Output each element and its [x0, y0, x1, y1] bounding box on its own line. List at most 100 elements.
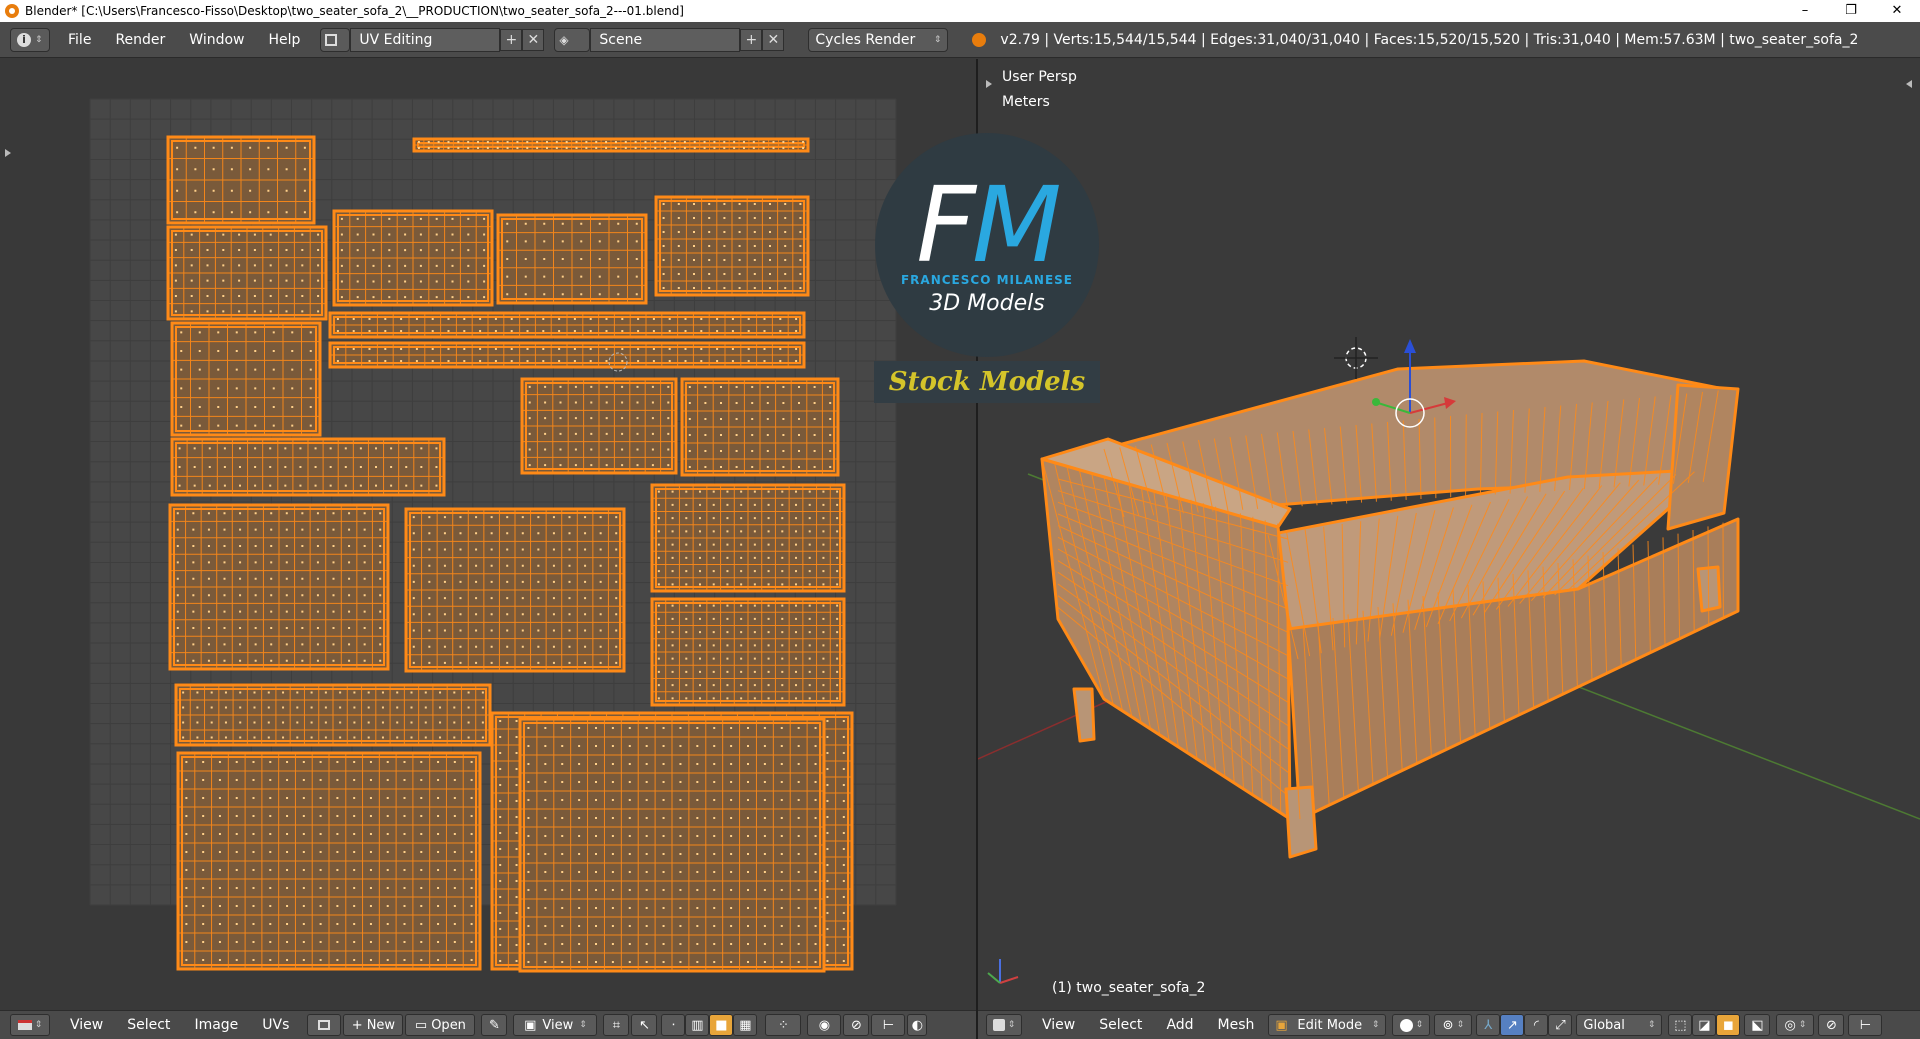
uv-menu-select[interactable]: Select	[115, 1017, 182, 1033]
snap-toggle-button[interactable]: ⊘	[1818, 1014, 1845, 1036]
edit-mode-icon: ▣	[1275, 1017, 1288, 1033]
viewport-shading-select[interactable]: ⇕	[1392, 1014, 1431, 1036]
delete-scene-button[interactable]: ✕	[762, 28, 785, 51]
image-icon	[318, 1020, 331, 1030]
pin-button[interactable]: ✎	[481, 1014, 508, 1036]
pivot-icon: ◉	[818, 1017, 831, 1033]
select-mode-button[interactable]: ↖	[631, 1014, 658, 1036]
snap-target-select[interactable]: ⊢	[1848, 1014, 1883, 1036]
transform-orientation-select[interactable]: Global ⇕	[1576, 1014, 1663, 1036]
folder-icon: ▭	[414, 1017, 428, 1033]
screen-layout-field[interactable]: UV Editing	[350, 27, 501, 52]
close-window-button[interactable]: ✕	[1874, 0, 1920, 22]
snap-icon: ⌗	[612, 1017, 621, 1033]
magnet-icon: ⊘	[1825, 1017, 1837, 1033]
3d-cursor-crosshair	[1334, 337, 1378, 379]
viewport-canvas[interactable]	[977, 59, 1920, 1010]
vertex-select-mode-button[interactable]: ⬚	[1668, 1014, 1693, 1036]
new-image-button[interactable]: + New	[343, 1014, 404, 1036]
open-image-button[interactable]: ▭ Open	[405, 1014, 476, 1036]
sticky-mode-button[interactable]: ⁘	[765, 1014, 802, 1036]
snap-uv-button[interactable]: ⌗	[603, 1014, 630, 1036]
pivot-point-icon: ⊚	[1442, 1017, 1454, 1033]
translate-arrow-icon: ↗	[1506, 1017, 1518, 1033]
menu-render[interactable]: Render	[103, 32, 177, 48]
transform-orientation-label: Global	[1583, 1017, 1625, 1033]
uv-select-island-button[interactable]: ▦	[733, 1014, 758, 1036]
view3d-menu-mesh[interactable]: Mesh	[1206, 1017, 1267, 1033]
edge-mode-icon: ◪	[1698, 1017, 1711, 1033]
uv-menu-uvs[interactable]: UVs	[250, 1017, 301, 1033]
screen-layout-name: UV Editing	[359, 31, 433, 48]
manipulator-toggle-button[interactable]: ⅄	[1476, 1014, 1501, 1036]
scene-icon-button[interactable]: ◈	[554, 27, 591, 52]
uv-menu-view[interactable]: View	[58, 1017, 115, 1033]
pivot-button[interactable]: ◉	[807, 1014, 842, 1036]
face-mode-icon: ◼	[1723, 1017, 1734, 1033]
image-browse-button[interactable]	[307, 1014, 342, 1036]
menu-file[interactable]: File	[56, 32, 103, 48]
menu-window[interactable]: Window	[177, 32, 256, 48]
snap-element-button[interactable]: ⊢	[871, 1014, 906, 1036]
uv-menu-image[interactable]: Image	[182, 1017, 250, 1033]
view3d-menu-select[interactable]: Select	[1087, 1017, 1154, 1033]
rotate-manipulator-button[interactable]: ◜	[1524, 1014, 1549, 1036]
editor-type-3d-button[interactable]: ⇕	[986, 1014, 1022, 1036]
restore-button[interactable]: ❐	[1828, 0, 1874, 22]
limit-selection-button[interactable]: ⬕	[1744, 1014, 1771, 1036]
sticky-icon: ⁘	[777, 1017, 789, 1033]
scale-manipulator-button[interactable]: ⤢	[1548, 1014, 1573, 1036]
face-select-mode-button[interactable]: ◼	[1716, 1014, 1741, 1036]
region-toggle-icon	[5, 149, 11, 157]
rotate-icon: ◜	[1533, 1017, 1539, 1033]
minimize-button[interactable]: –	[1782, 0, 1828, 22]
editor-mode-label: View	[542, 1017, 574, 1033]
fm-watermark-logo: FM FRANCESCO MILANESE 3D Models	[875, 133, 1099, 357]
updown-arrows-icon: ⇕	[933, 34, 942, 45]
render-engine-select[interactable]: Cycles Render ⇕	[808, 27, 949, 52]
proportional-edit-button[interactable]: ⊘	[843, 1014, 870, 1036]
viewport-shading-button[interactable]: ◐	[907, 1014, 928, 1036]
3d-view-header: ⇕ View Select Add Mesh ▣ Edit Mode ⇕ ⇕ ⊚…	[978, 1010, 1920, 1039]
info-icon: i	[17, 32, 31, 47]
units-label: Meters	[1002, 94, 1050, 110]
scale-icon: ⤢	[1555, 1017, 1566, 1033]
uv-select-vertex-button[interactable]: ⋅	[661, 1014, 686, 1036]
screen-layout-icon-button[interactable]	[320, 27, 351, 52]
logo-brand-name: FRANCESCO MILANESE	[900, 273, 1074, 287]
scene-field[interactable]: Scene	[590, 27, 741, 52]
image-editor-icon	[17, 1020, 32, 1030]
view-name-label: User Persp	[1002, 69, 1077, 85]
add-screen-button[interactable]: +	[500, 28, 523, 51]
pivot-point-select[interactable]: ⊚ ⇕	[1434, 1014, 1473, 1036]
manipulator-z-arrow	[1404, 339, 1416, 353]
editor-type-uv-button[interactable]: ⇕	[10, 1014, 50, 1036]
scene-stats: v2.79 | Verts:15,544/15,544 | Edges:31,0…	[1000, 31, 1859, 48]
layout-grid-icon	[325, 33, 338, 46]
view3d-menu-view[interactable]: View	[1030, 1017, 1087, 1033]
uv-select-edge-button[interactable]: ▥	[685, 1014, 710, 1036]
edge-select-mode-button[interactable]: ◪	[1692, 1014, 1717, 1036]
uv-canvas[interactable]	[0, 59, 976, 1010]
editor-type-info-button[interactable]: i ⇕	[10, 27, 50, 52]
window-title: Blender* [C:\Users\Francesco-Fisso\Deskt…	[25, 4, 684, 18]
uv-select-face-button[interactable]: ■	[709, 1014, 734, 1036]
cube-icon	[992, 1019, 1005, 1031]
translate-manipulator-button[interactable]: ↗	[1500, 1014, 1525, 1036]
edge-select-icon: ▥	[691, 1017, 704, 1033]
shading-icon: ◐	[911, 1017, 924, 1033]
sofa-arm-right	[1666, 383, 1740, 531]
cursor-icon: ↖	[638, 1017, 650, 1033]
delete-screen-button[interactable]: ✕	[522, 28, 545, 51]
proportional-edit-select[interactable]: ◎ ⇕	[1776, 1014, 1815, 1036]
editor-mode-select[interactable]: ▣ View ⇕	[513, 1014, 598, 1036]
view3d-menu-add[interactable]: Add	[1154, 1017, 1205, 1033]
add-scene-button[interactable]: +	[740, 28, 763, 51]
uv-image-editor[interactable]	[0, 59, 976, 1010]
3d-viewport[interactable]: User Persp Meters (1) two_seater_sofa_2	[977, 59, 1920, 1010]
scene-icon: ◈	[559, 32, 569, 47]
menu-help[interactable]: Help	[256, 32, 312, 48]
plus-icon: +	[351, 1017, 363, 1033]
island-select-icon: ▦	[739, 1017, 752, 1033]
interaction-mode-select[interactable]: ▣ Edit Mode ⇕	[1268, 1014, 1387, 1036]
